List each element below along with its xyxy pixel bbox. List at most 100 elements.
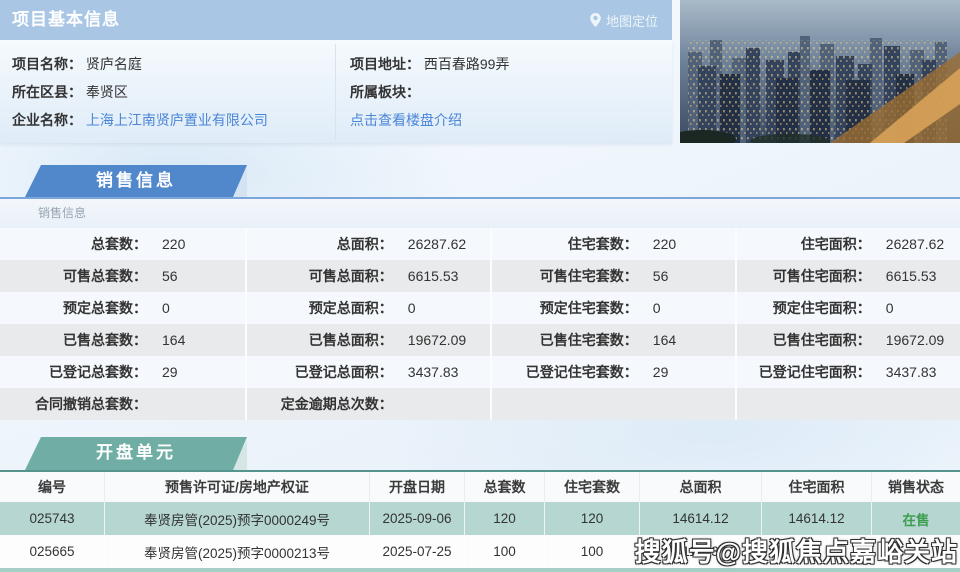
field-value: 0 bbox=[407, 300, 416, 316]
sales-field: 已售总套数： 164 bbox=[0, 324, 245, 356]
field-label: 总套数： bbox=[91, 236, 147, 252]
map-locate-button[interactable]: 地图定位 bbox=[590, 0, 658, 40]
field-label: 预定总套数： bbox=[63, 300, 147, 316]
field-label: 已登记总套数： bbox=[49, 364, 147, 380]
field-value: 29 bbox=[162, 364, 178, 380]
map-pin-icon bbox=[590, 13, 601, 27]
map-locate-label: 地图定位 bbox=[605, 13, 658, 29]
sales-field: 预定总面积： 0 bbox=[245, 292, 490, 324]
field-label: 已售住宅面积： bbox=[772, 332, 871, 348]
field-value: 220 bbox=[162, 236, 186, 252]
table-row: 预定总套数： 0 预定总面积： 0 预定住宅套数： 0 预定住宅面积： 0 bbox=[0, 292, 960, 324]
unit-permit: 奉贤房管(2025)预字0000213号 bbox=[105, 535, 370, 568]
field-value: 19672.09 bbox=[407, 332, 467, 348]
sales-field: 住宅面积： 26287.62 bbox=[735, 228, 960, 260]
opening-units-panel: 编号 预售许可证/房地产权证 开盘日期 总套数 住宅套数 总面积 住宅面积 销售… bbox=[0, 470, 960, 572]
sales-field: 已登记总套数： 29 bbox=[0, 356, 245, 388]
table-bottom-border bbox=[0, 568, 960, 572]
sales-field: 预定住宅套数： 0 bbox=[490, 292, 735, 324]
field-sector: 所属板块： bbox=[350, 78, 509, 106]
sales-field: 已登记住宅套数： 29 bbox=[490, 356, 735, 388]
field-value: 164 bbox=[162, 332, 186, 348]
table-row[interactable]: 025743 奉贤房管(2025)预字0000249号 2025-09-06 1… bbox=[0, 502, 960, 535]
field-value: 贤庐名庭 bbox=[85, 56, 142, 72]
sales-field: 预定总套数： 0 bbox=[0, 292, 245, 324]
tab-label: 开盘单元 bbox=[96, 443, 176, 462]
field-label: 已售总套数： bbox=[63, 332, 147, 348]
units-col-header: 销售状态 bbox=[888, 479, 944, 495]
sales-field bbox=[490, 388, 735, 420]
field-address: 项目地址： 西百春路99弄 bbox=[350, 50, 509, 78]
field-value: 3437.83 bbox=[885, 364, 937, 380]
sales-field: 已售住宅套数： 164 bbox=[490, 324, 735, 356]
sales-field: 总套数： 220 bbox=[0, 228, 245, 260]
field-label: 定金逾期总次数： bbox=[280, 396, 393, 412]
tab-sales-info[interactable]: 销售信息 bbox=[25, 165, 247, 197]
field-label: 可售住宅套数： bbox=[539, 268, 638, 284]
field-value: 29 bbox=[652, 364, 669, 380]
units-col-header: 住宅面积 bbox=[762, 472, 872, 502]
field-label: 企业名称： bbox=[12, 112, 82, 128]
sales-field: 可售住宅套数： 56 bbox=[490, 260, 735, 292]
panel-divider bbox=[335, 44, 336, 139]
sales-field: 可售总面积： 6615.53 bbox=[245, 260, 490, 292]
unit-total-count: 100 bbox=[465, 535, 545, 568]
table-row[interactable]: 025665 奉贤房管(2025)预字0000213号 2025-07-25 1… bbox=[0, 535, 960, 568]
units-table-header: 编号 预售许可证/房地产权证 开盘日期 总套数 住宅套数 总面积 住宅面积 销售… bbox=[0, 472, 960, 502]
field-label: 预定总面积： bbox=[308, 300, 393, 316]
field-value: 6615.53 bbox=[885, 268, 937, 284]
sales-field: 总面积： 26287.62 bbox=[245, 228, 490, 260]
units-col-header: 编号 bbox=[0, 472, 105, 502]
field-value: 56 bbox=[652, 268, 669, 284]
sales-field: 预定住宅面积： 0 bbox=[735, 292, 960, 324]
field-value: 西百春路99弄 bbox=[423, 56, 510, 72]
field-intro: 点击查看楼盘介绍 bbox=[350, 106, 509, 134]
field-value: 3437.83 bbox=[407, 364, 459, 380]
field-label: 可售总面积： bbox=[308, 268, 393, 284]
project-photo bbox=[680, 0, 960, 143]
table-row: 已登记总套数： 29 已登记总面积： 3437.83 已登记住宅套数： 29 已登记住… bbox=[0, 356, 960, 388]
field-label: 项目名称： bbox=[12, 56, 82, 72]
field-label: 住宅面积： bbox=[800, 236, 871, 252]
unit-total-count: 120 bbox=[465, 502, 545, 535]
unit-residential-area bbox=[762, 535, 872, 568]
field-value: 0 bbox=[162, 300, 170, 316]
field-label: 住宅套数： bbox=[567, 236, 638, 252]
field-district: 所在区县： 奉贤区 bbox=[12, 78, 268, 106]
project-basic-info-header-bar: 项目基本信息 地图定位 bbox=[0, 0, 672, 40]
field-label: 已售住宅套数： bbox=[539, 332, 638, 348]
unit-status bbox=[872, 535, 960, 568]
unit-open-date: 2025-09-06 bbox=[370, 502, 465, 535]
field-value: 26287.62 bbox=[407, 236, 467, 252]
units-col-header: 开盘日期 bbox=[370, 472, 465, 502]
field-company: 企业名称： 上海上江南贤庐置业有限公司 bbox=[12, 106, 268, 134]
project-info-panel: 项目名称： 贤庐名庭 所在区县： 奉贤区 企业名称： 上海上江南贤庐置业有限公司… bbox=[0, 40, 672, 143]
field-value: 164 bbox=[652, 332, 677, 348]
field-value: 0 bbox=[885, 300, 894, 316]
field-value: 6615.53 bbox=[407, 268, 459, 284]
sales-table: 总套数： 220 总面积： 26287.62 住宅套数： 220 住宅面积： 26287… bbox=[0, 228, 960, 420]
unit-id: 025665 bbox=[0, 535, 105, 568]
project-info-right-column: 项目地址： 西百春路99弄 所属板块： 点击查看楼盘介绍 bbox=[350, 50, 509, 134]
tab-opening-units[interactable]: 开盘单元 bbox=[25, 437, 247, 470]
sales-field: 住宅套数： 220 bbox=[490, 228, 735, 260]
unit-residential-area: 14614.12 bbox=[762, 502, 872, 535]
sales-field: 合同撤销总套数： bbox=[0, 388, 245, 420]
field-label: 预定住宅面积： bbox=[772, 300, 871, 316]
field-label: 已登记住宅面积： bbox=[758, 364, 871, 380]
field-label: 可售住宅面积： bbox=[772, 268, 871, 284]
field-value: 0 bbox=[652, 300, 661, 316]
field-value: 19672.09 bbox=[885, 332, 945, 348]
unit-total-area: 14614.12 bbox=[640, 502, 762, 535]
view-intro-link[interactable]: 点击查看楼盘介绍 bbox=[350, 112, 462, 128]
sales-info-panel: 销售信息 总套数： 220 总面积： 26287.62 住宅套数： 220 住宅面积：… bbox=[0, 197, 960, 420]
field-project-name: 项目名称： 贤庐名庭 bbox=[12, 50, 268, 78]
table-row: 可售总套数： 56 可售总面积： 6615.53 可售住宅套数： 56 可售住宅面积：… bbox=[0, 260, 960, 292]
field-value: 26287.62 bbox=[885, 236, 945, 252]
company-link[interactable]: 上海上江南贤庐置业有限公司 bbox=[86, 112, 268, 128]
field-label: 预定住宅套数： bbox=[539, 300, 638, 316]
unit-residential-count: 100 bbox=[545, 535, 640, 568]
field-label: 项目地址： bbox=[350, 56, 420, 72]
field-label: 已售总面积： bbox=[308, 332, 393, 348]
field-label: 所在区县： bbox=[12, 84, 82, 100]
